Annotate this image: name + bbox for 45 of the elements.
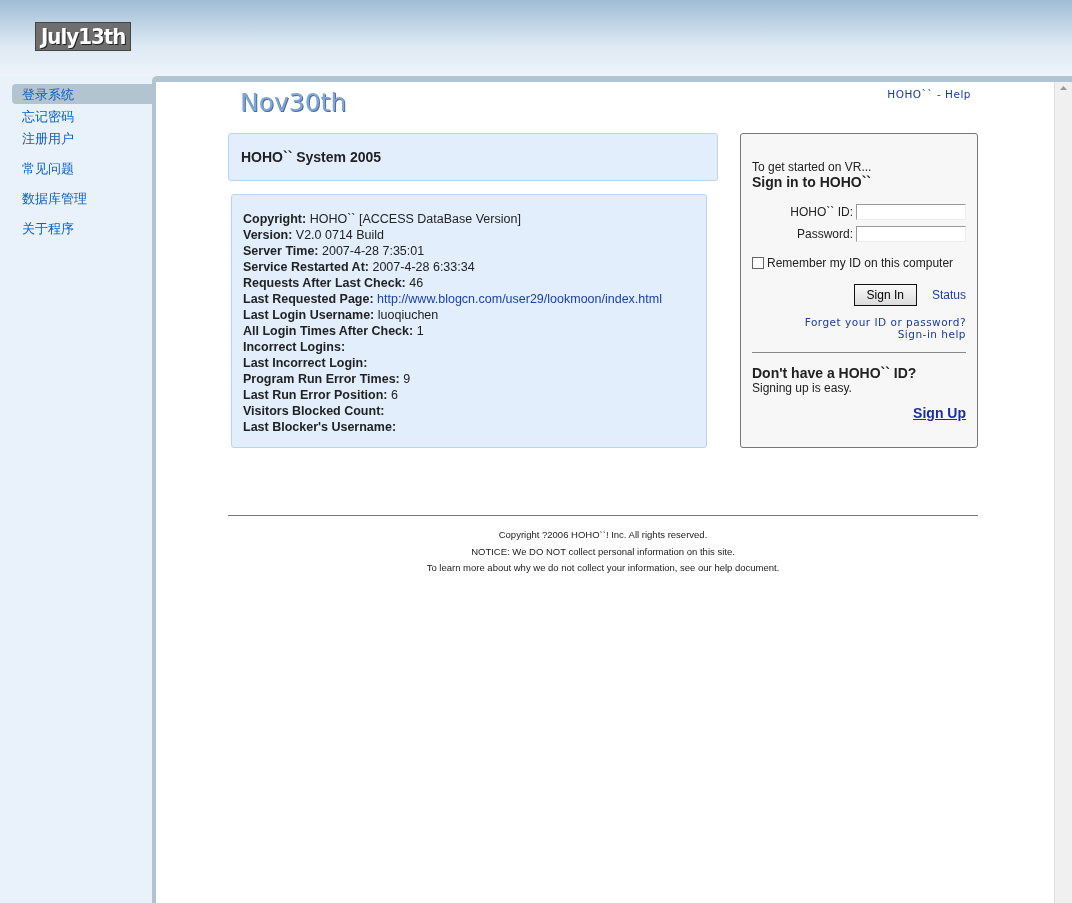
password-field[interactable]: [856, 226, 966, 242]
signin-help-link[interactable]: Sign-in help: [897, 328, 966, 340]
info-line: Visitors Blocked Count:: [243, 403, 386, 419]
footer-text: Copyright ?2006 HOHO``! Inc. All rights reserved.: [498, 528, 708, 542]
site-logo: July13th: [35, 22, 132, 51]
sidebar-item[interactable]: 常见问题: [12, 158, 152, 178]
page-logo: Nov30th: [239, 88, 347, 117]
system-title: HOHO`` System 2005: [228, 133, 718, 181]
id-field[interactable]: [856, 204, 966, 220]
status-link[interactable]: Status: [931, 288, 966, 302]
info-line: Last Run Error Position: 6: [243, 387, 399, 403]
intro-text: To get started on VR...: [752, 160, 873, 174]
signin-title: Sign in to HOHO``: [752, 174, 872, 190]
info-line: Incorrect Logins:: [243, 339, 347, 355]
page-link[interactable]: http://www.blogcn.com/user29/lookmoon/index.html: [377, 292, 662, 306]
footer-text: To learn more about why we do not collect your information, see our help document.: [426, 561, 780, 575]
sidebar-item[interactable]: 注册用户: [12, 128, 152, 148]
scroll-up-icon[interactable]: [1060, 86, 1067, 90]
info-line: Program Run Error Times: 9: [243, 371, 412, 387]
info-line: Last Blocker's Username:: [243, 419, 398, 435]
info-line: Last Incorrect Login:: [243, 355, 369, 371]
info-line: Last Login Username: luoqiuchen: [243, 307, 440, 323]
sidebar-item[interactable]: 忘记密码: [12, 106, 152, 126]
info-line: Version: V2.0 0714 Build: [243, 227, 386, 243]
signup-title: Don't have a HOHO`` ID?: [752, 365, 918, 381]
remember-checkbox[interactable]: [752, 257, 764, 269]
info-line: Service Restarted At: 2007-4-28 6:33:34: [243, 259, 476, 275]
info-line: Copyright: HOHO`` [ACCESS DataBase Version]: [243, 211, 522, 227]
sidebar-item[interactable]: 登录系统: [12, 84, 152, 104]
password-label: Password:: [796, 227, 853, 241]
sidebar-item[interactable]: 数据库管理: [12, 188, 152, 208]
forgot-link[interactable]: Forget your ID or password?: [804, 316, 966, 328]
help-link[interactable]: HOHO`` - Help: [887, 88, 971, 100]
info-line: All Login Times After Check: 1: [243, 323, 425, 339]
id-label: HOHO`` ID:: [790, 205, 853, 219]
info-line: Requests After Last Check: 46: [243, 275, 425, 291]
sidebar-item[interactable]: 关于程序: [12, 218, 152, 238]
signin-button[interactable]: Sign In: [853, 284, 917, 306]
signup-text: Signing up is easy.: [752, 381, 853, 395]
signup-link[interactable]: Sign Up: [913, 405, 966, 421]
footer-text: NOTICE: We DO NOT collect personal information on this site.: [471, 544, 735, 558]
remember-label: Remember my ID on this computer: [767, 256, 954, 270]
scrollbar[interactable]: [1054, 82, 1072, 903]
info-line: Server Time: 2007-4-28 7:35:01: [243, 243, 426, 259]
info-line: Last Requested Page: http://www.blogcn.com/user29/lookmoon/index.html: [243, 291, 663, 307]
